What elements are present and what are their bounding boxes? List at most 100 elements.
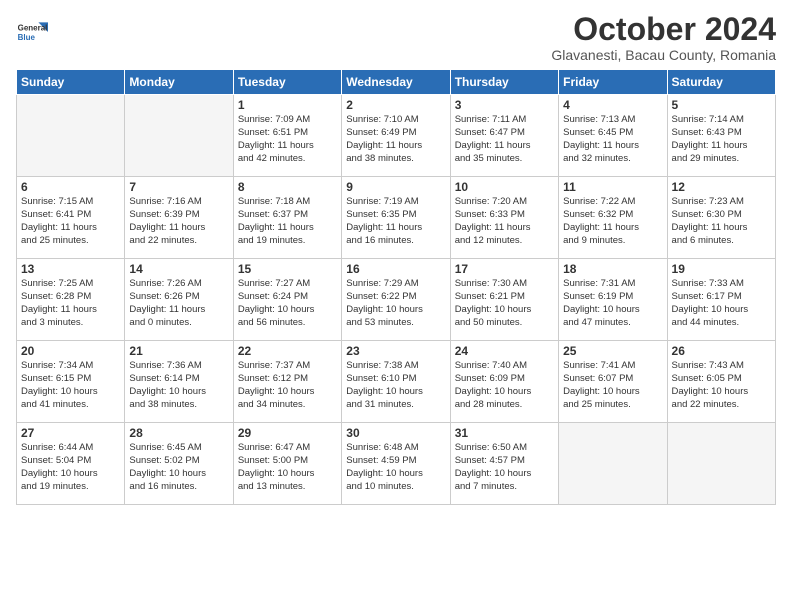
calendar-cell: 24 Sunrise: 7:40 AM Sunset: 6:09 PM Dayli… (450, 341, 558, 423)
cell-content: Sunrise: 7:33 AM Sunset: 6:17 PM Dayligh… (672, 278, 771, 329)
calendar-week-row: 1 Sunrise: 7:09 AM Sunset: 6:51 PM Daylig… (17, 95, 776, 177)
cell-content: Sunrise: 7:14 AM Sunset: 6:43 PM Dayligh… (672, 114, 771, 165)
day-number: 22 (238, 344, 337, 358)
calendar-week-row: 13 Sunrise: 7:25 AM Sunset: 6:28 PM Dayli… (17, 259, 776, 341)
calendar-cell: 5 Sunrise: 7:14 AM Sunset: 6:43 PM Daylig… (667, 95, 775, 177)
cell-content: Sunrise: 7:18 AM Sunset: 6:37 PM Dayligh… (238, 196, 337, 247)
logo-icon: General Blue (16, 16, 48, 48)
svg-text:General: General (18, 23, 48, 32)
cell-content: Sunrise: 7:37 AM Sunset: 6:12 PM Dayligh… (238, 360, 337, 411)
calendar-cell: 21Sunrise: 7:36 AM Sunset: 6:14 PM Dayli… (125, 341, 233, 423)
day-number: 30 (346, 426, 445, 440)
calendar-cell: 17 Sunrise: 7:30 AM Sunset: 6:21 PM Dayli… (450, 259, 558, 341)
calendar-cell: 23 Sunrise: 7:38 AM Sunset: 6:10 PM Dayli… (342, 341, 450, 423)
calendar-cell: 19 Sunrise: 7:33 AM Sunset: 6:17 PM Dayli… (667, 259, 775, 341)
cell-content: Sunrise: 7:09 AM Sunset: 6:51 PM Dayligh… (238, 114, 337, 165)
cell-content: Sunrise: 6:47 AM Sunset: 5:00 PM Dayligh… (238, 442, 337, 493)
calendar-cell: 12 Sunrise: 7:23 AM Sunset: 6:30 PM Dayli… (667, 177, 775, 259)
day-number: 19 (672, 262, 771, 276)
calendar-week-row: 27 Sunrise: 6:44 AM Sunset: 5:04 PM Dayli… (17, 423, 776, 505)
calendar-cell: 2Sunrise: 7:10 AM Sunset: 6:49 PM Daylig… (342, 95, 450, 177)
cell-content: Sunrise: 7:20 AM Sunset: 6:33 PM Dayligh… (455, 196, 554, 247)
calendar-cell (125, 95, 233, 177)
cell-content: Sunrise: 7:30 AM Sunset: 6:21 PM Dayligh… (455, 278, 554, 329)
calendar-week-row: 20 Sunrise: 7:34 AM Sunset: 6:15 PM Dayli… (17, 341, 776, 423)
day-number: 24 (455, 344, 554, 358)
day-number: 23 (346, 344, 445, 358)
day-number: 6 (21, 180, 120, 194)
cell-content: Sunrise: 7:34 AM Sunset: 6:15 PM Dayligh… (21, 360, 120, 411)
day-number: 1 (238, 98, 337, 112)
day-number: 20 (21, 344, 120, 358)
cell-content: Sunrise: 7:41 AM Sunset: 6:07 PM Dayligh… (563, 360, 662, 411)
calendar-cell: 31 Sunrise: 6:50 AM Sunset: 4:57 PM Dayli… (450, 423, 558, 505)
calendar-cell: 8 Sunrise: 7:18 AM Sunset: 6:37 PM Daylig… (233, 177, 341, 259)
cell-content: Sunrise: 7:23 AM Sunset: 6:30 PM Dayligh… (672, 196, 771, 247)
calendar-cell: 7 Sunrise: 7:16 AM Sunset: 6:39 PM Daylig… (125, 177, 233, 259)
day-number: 5 (672, 98, 771, 112)
day-number: 13 (21, 262, 120, 276)
day-number: 29 (238, 426, 337, 440)
calendar-cell: 13 Sunrise: 7:25 AM Sunset: 6:28 PM Dayli… (17, 259, 125, 341)
calendar-cell: 28 Sunrise: 6:45 AM Sunset: 5:02 PM Dayli… (125, 423, 233, 505)
weekday-header: Wednesday (342, 70, 450, 95)
calendar-cell: 6 Sunrise: 7:15 AM Sunset: 6:41 PM Daylig… (17, 177, 125, 259)
calendar-cell: 4 Sunrise: 7:13 AM Sunset: 6:45 PM Daylig… (559, 95, 667, 177)
weekday-header: Saturday (667, 70, 775, 95)
calendar: SundayMondayTuesdayWednesdayThursdayFrid… (16, 69, 776, 505)
cell-content: Sunrise: 6:44 AM Sunset: 5:04 PM Dayligh… (21, 442, 120, 493)
calendar-cell: 22 Sunrise: 7:37 AM Sunset: 6:12 PM Dayli… (233, 341, 341, 423)
cell-content: Sunrise: 7:15 AM Sunset: 6:41 PM Dayligh… (21, 196, 120, 247)
day-number: 7 (129, 180, 228, 194)
calendar-cell: 10Sunrise: 7:20 AM Sunset: 6:33 PM Dayli… (450, 177, 558, 259)
calendar-cell: 18Sunrise: 7:31 AM Sunset: 6:19 PM Dayli… (559, 259, 667, 341)
cell-content: Sunrise: 7:27 AM Sunset: 6:24 PM Dayligh… (238, 278, 337, 329)
calendar-cell (667, 423, 775, 505)
weekday-header: Monday (125, 70, 233, 95)
calendar-cell: 3 Sunrise: 7:11 AM Sunset: 6:47 PM Daylig… (450, 95, 558, 177)
calendar-cell: 9Sunrise: 7:19 AM Sunset: 6:35 PM Daylig… (342, 177, 450, 259)
day-number: 4 (563, 98, 662, 112)
day-number: 25 (563, 344, 662, 358)
calendar-cell: 27 Sunrise: 6:44 AM Sunset: 5:04 PM Dayli… (17, 423, 125, 505)
day-number: 3 (455, 98, 554, 112)
cell-content: Sunrise: 7:25 AM Sunset: 6:28 PM Dayligh… (21, 278, 120, 329)
calendar-cell: 11Sunrise: 7:22 AM Sunset: 6:32 PM Dayli… (559, 177, 667, 259)
day-number: 14 (129, 262, 228, 276)
cell-content: Sunrise: 7:26 AM Sunset: 6:26 PM Dayligh… (129, 278, 228, 329)
day-number: 31 (455, 426, 554, 440)
cell-content: Sunrise: 7:38 AM Sunset: 6:10 PM Dayligh… (346, 360, 445, 411)
calendar-cell: 1 Sunrise: 7:09 AM Sunset: 6:51 PM Daylig… (233, 95, 341, 177)
day-number: 17 (455, 262, 554, 276)
cell-content: Sunrise: 7:11 AM Sunset: 6:47 PM Dayligh… (455, 114, 554, 165)
month-title: October 2024 (551, 12, 776, 47)
logo: General Blue (16, 16, 52, 48)
calendar-cell: 29 Sunrise: 6:47 AM Sunset: 5:00 PM Dayli… (233, 423, 341, 505)
cell-content: Sunrise: 7:40 AM Sunset: 6:09 PM Dayligh… (455, 360, 554, 411)
day-number: 15 (238, 262, 337, 276)
weekday-header: Friday (559, 70, 667, 95)
day-number: 12 (672, 180, 771, 194)
calendar-cell: 20 Sunrise: 7:34 AM Sunset: 6:15 PM Dayli… (17, 341, 125, 423)
weekday-header-row: SundayMondayTuesdayWednesdayThursdayFrid… (17, 70, 776, 95)
cell-content: Sunrise: 6:50 AM Sunset: 4:57 PM Dayligh… (455, 442, 554, 493)
weekday-header: Sunday (17, 70, 125, 95)
calendar-cell: 14 Sunrise: 7:26 AM Sunset: 6:26 PM Dayli… (125, 259, 233, 341)
svg-text:Blue: Blue (18, 33, 36, 42)
day-number: 28 (129, 426, 228, 440)
calendar-week-row: 6 Sunrise: 7:15 AM Sunset: 6:41 PM Daylig… (17, 177, 776, 259)
day-number: 11 (563, 180, 662, 194)
calendar-cell: 16Sunrise: 7:29 AM Sunset: 6:22 PM Dayli… (342, 259, 450, 341)
cell-content: Sunrise: 7:16 AM Sunset: 6:39 PM Dayligh… (129, 196, 228, 247)
location-subtitle: Glavanesti, Bacau County, Romania (551, 47, 776, 63)
calendar-cell: 30Sunrise: 6:48 AM Sunset: 4:59 PM Dayli… (342, 423, 450, 505)
cell-content: Sunrise: 7:10 AM Sunset: 6:49 PM Dayligh… (346, 114, 445, 165)
cell-content: Sunrise: 6:45 AM Sunset: 5:02 PM Dayligh… (129, 442, 228, 493)
day-number: 18 (563, 262, 662, 276)
calendar-cell: 26Sunrise: 7:43 AM Sunset: 6:05 PM Dayli… (667, 341, 775, 423)
day-number: 8 (238, 180, 337, 194)
cell-content: Sunrise: 7:13 AM Sunset: 6:45 PM Dayligh… (563, 114, 662, 165)
calendar-cell (559, 423, 667, 505)
weekday-header: Tuesday (233, 70, 341, 95)
day-number: 27 (21, 426, 120, 440)
